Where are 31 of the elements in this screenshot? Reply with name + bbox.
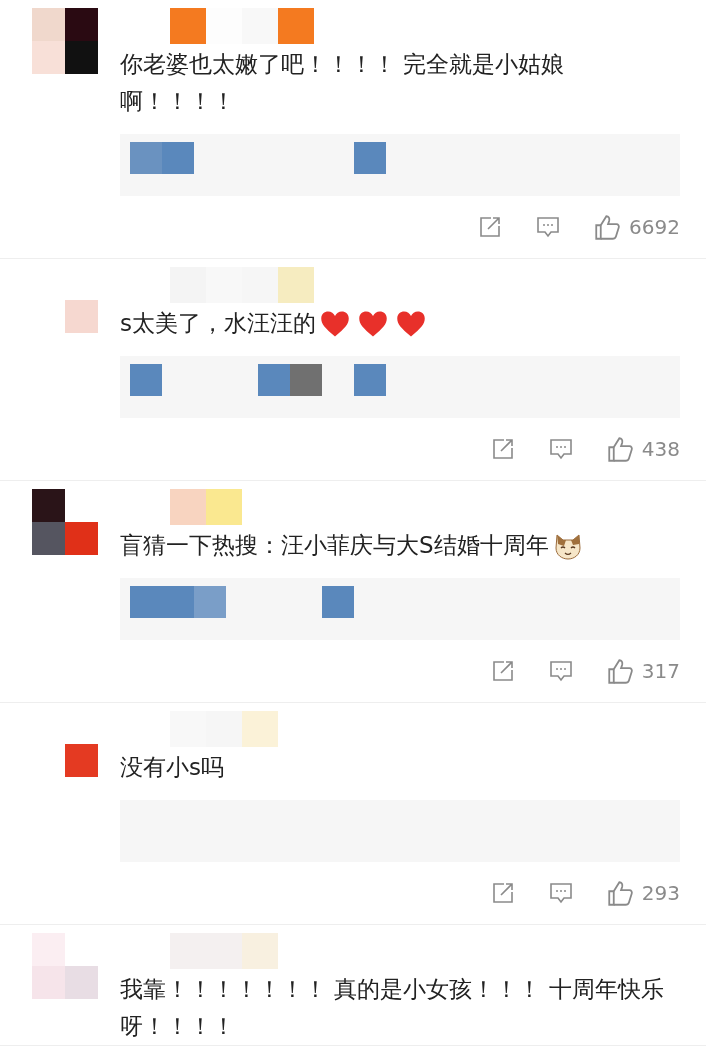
share-icon[interactable] [490,881,515,905]
cat-face-icon [552,531,583,560]
heart-icon [320,309,350,338]
username-mosaic [170,489,242,525]
like-button[interactable]: 317 [606,657,680,685]
share-icon[interactable] [478,215,503,239]
comment-icon[interactable] [548,659,573,683]
reply-preview-mosaic[interactable] [120,578,680,640]
comment-text: s太美了，水汪汪的 [120,309,316,338]
avatar-mosaic[interactable] [32,8,98,74]
comment-icon[interactable] [548,437,573,461]
reply-preview-mosaic[interactable] [120,356,680,418]
thumbs-up-icon [606,657,634,685]
heart-icon [358,309,388,338]
share-icon[interactable] [490,659,515,683]
avatar-mosaic[interactable] [32,489,98,555]
like-button[interactable]: 293 [606,879,680,907]
comment-icon[interactable] [536,215,561,239]
thumbs-up-icon [606,435,634,463]
comment-icon[interactable] [548,881,573,905]
share-icon[interactable] [490,437,515,461]
heart-icon [396,309,426,338]
comment-text: 你老婆也太嫩了吧！！！！ 完全就是小姑娘啊！！！！ [120,50,566,116]
like-button[interactable]: 438 [606,435,680,463]
like-button[interactable]: 6692 [594,213,680,241]
thumbs-up-icon [594,213,622,241]
thumbs-up-icon [606,879,634,907]
comment-text: 我靠！！！！！！！ 真的是小女孩！！！ 十周年快乐呀！！！！ [120,975,665,1041]
reply-preview-mosaic[interactable] [120,134,680,196]
comment-text: 没有小s吗 [120,753,224,782]
comment-text: 盲猜一下热搜：汪小菲庆与大S结婚十周年 [120,531,549,560]
